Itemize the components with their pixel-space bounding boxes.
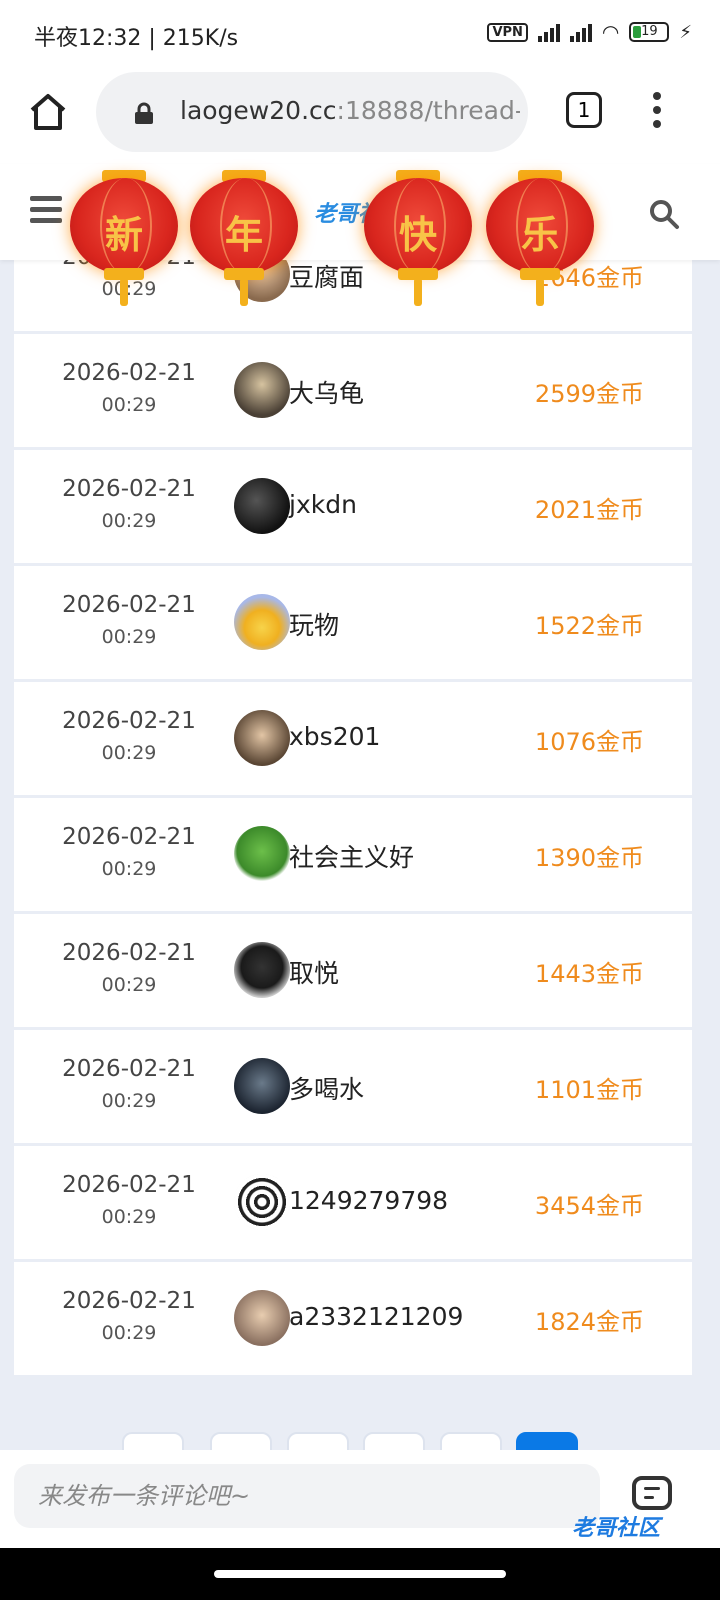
row-time: 00:29 <box>101 510 157 532</box>
gold-amount: 1443金币 <box>534 960 644 988</box>
list-item: 2026-02-21 00:29 jxkdn 2021金币 <box>14 450 692 563</box>
battery-icon: 19 <box>629 22 670 42</box>
username-link[interactable]: 多喝水 <box>289 1070 364 1106</box>
status-icons: VPN ◠ 19 ⚡ <box>487 20 692 44</box>
username-link[interactable]: 玩物 <box>289 606 339 642</box>
row-time: 00:29 <box>101 974 157 996</box>
avatar[interactable] <box>234 942 290 998</box>
charging-icon: ⚡ <box>679 21 692 43</box>
row-date: 2026-02-21 <box>62 1288 196 1314</box>
row-date: 2026-02-21 <box>62 708 196 734</box>
row-time: 00:29 <box>101 1322 157 1344</box>
avatar[interactable] <box>234 1174 290 1230</box>
avatar[interactable] <box>234 362 290 418</box>
comment-input[interactable]: 来发布一条评论吧~ <box>14 1464 600 1528</box>
signal-icon <box>537 22 560 42</box>
list-item: 2026-02-21 00:29 多喝水 1101金币 <box>14 1030 692 1143</box>
comment-icon[interactable] <box>632 1476 672 1510</box>
lock-icon <box>135 102 153 124</box>
status-time: 半夜12:32 | 215K/s <box>34 26 239 51</box>
list-item: 2026-02-21 00:29 1249279798 3454金币 <box>14 1146 692 1259</box>
signal-icon <box>569 22 592 42</box>
gold-amount: 3454金币 <box>534 1192 644 1220</box>
gesture-handle[interactable] <box>214 1570 506 1578</box>
row-time: 00:29 <box>101 858 157 880</box>
row-date: 2026-02-21 <box>62 360 196 386</box>
avatar[interactable] <box>234 710 290 766</box>
row-time: 00:29 <box>101 1090 157 1112</box>
wifi-icon: ◠ <box>601 20 620 44</box>
username-link[interactable]: 1249279798 <box>289 1186 448 1215</box>
row-time: 00:29 <box>101 1206 157 1228</box>
avatar[interactable] <box>234 478 290 534</box>
list-item: 2026-02-21 00:29 a2332121209 1824金币 <box>14 1262 692 1375</box>
overflow-menu-icon[interactable] <box>650 92 664 132</box>
system-nav-bar <box>0 1548 720 1600</box>
lantern-decoration: 新 <box>70 164 178 306</box>
browser-toolbar: laogew20.cc:18888/thread- 1 <box>0 68 720 164</box>
row-time: 00:29 <box>101 626 157 648</box>
hamburger-menu-icon[interactable] <box>30 196 62 224</box>
lantern-decoration: 快 <box>364 164 472 306</box>
home-icon[interactable] <box>26 90 70 134</box>
lantern-decoration: 乐 <box>486 164 594 306</box>
gold-amount: 1522金币 <box>534 612 644 640</box>
username-link[interactable]: 社会主义好 <box>289 838 414 874</box>
avatar[interactable] <box>234 1290 290 1346</box>
username-link[interactable]: xbs201 <box>289 722 380 751</box>
reward-list: 2026-02-21 00:29 豆腐面 2646金币 2026-02-21 0… <box>14 218 692 1378</box>
status-bar: 半夜12:32 | 215K/s VPN ◠ 19 ⚡ <box>0 0 720 68</box>
row-date: 2026-02-21 <box>62 940 196 966</box>
row-date: 2026-02-21 <box>62 592 196 618</box>
search-icon[interactable] <box>648 198 680 230</box>
gold-amount: 2021金币 <box>534 496 644 524</box>
url-text: laogew20.cc:18888/thread- <box>180 96 520 125</box>
username-link[interactable]: 取悦 <box>289 954 339 990</box>
watermark-logo: 老哥社区 <box>572 1516 661 1541</box>
address-bar[interactable]: laogew20.cc:18888/thread- <box>96 72 528 152</box>
avatar[interactable] <box>234 1058 290 1114</box>
list-item: 2026-02-21 00:29 社会主义好 1390金币 <box>14 798 692 911</box>
avatar[interactable] <box>234 594 290 650</box>
lantern-decoration: 年 <box>190 164 298 306</box>
gold-amount: 1824金币 <box>534 1308 644 1336</box>
list-item: 2026-02-21 00:29 xbs201 1076金币 <box>14 682 692 795</box>
row-time: 00:29 <box>101 394 157 416</box>
username-link[interactable]: jxkdn <box>289 490 357 519</box>
row-date: 2026-02-21 <box>62 824 196 850</box>
vpn-icon: VPN <box>487 22 528 42</box>
site-header: 老哥社区 新 年 快 乐 <box>0 164 720 306</box>
avatar[interactable] <box>234 826 290 882</box>
username-link[interactable]: 豆腐面 <box>289 258 364 294</box>
gold-amount: 1101金币 <box>534 1076 644 1104</box>
list-item: 2026-02-21 00:29 玩物 1522金币 <box>14 566 692 679</box>
tab-switcher-button[interactable]: 1 <box>566 92 602 128</box>
username-link[interactable]: a2332121209 <box>289 1302 463 1331</box>
row-date: 2026-02-21 <box>62 1056 196 1082</box>
gold-amount: 1076金币 <box>534 728 644 756</box>
username-link[interactable]: 大乌龟 <box>289 374 364 410</box>
gold-amount: 1390金币 <box>534 844 644 872</box>
list-item: 2026-02-21 00:29 大乌龟 2599金币 <box>14 334 692 447</box>
list-item: 2026-02-21 00:29 取悦 1443金币 <box>14 914 692 1027</box>
row-time: 00:29 <box>101 742 157 764</box>
row-date: 2026-02-21 <box>62 476 196 502</box>
row-date: 2026-02-21 <box>62 1172 196 1198</box>
gold-amount: 2599金币 <box>534 380 644 408</box>
